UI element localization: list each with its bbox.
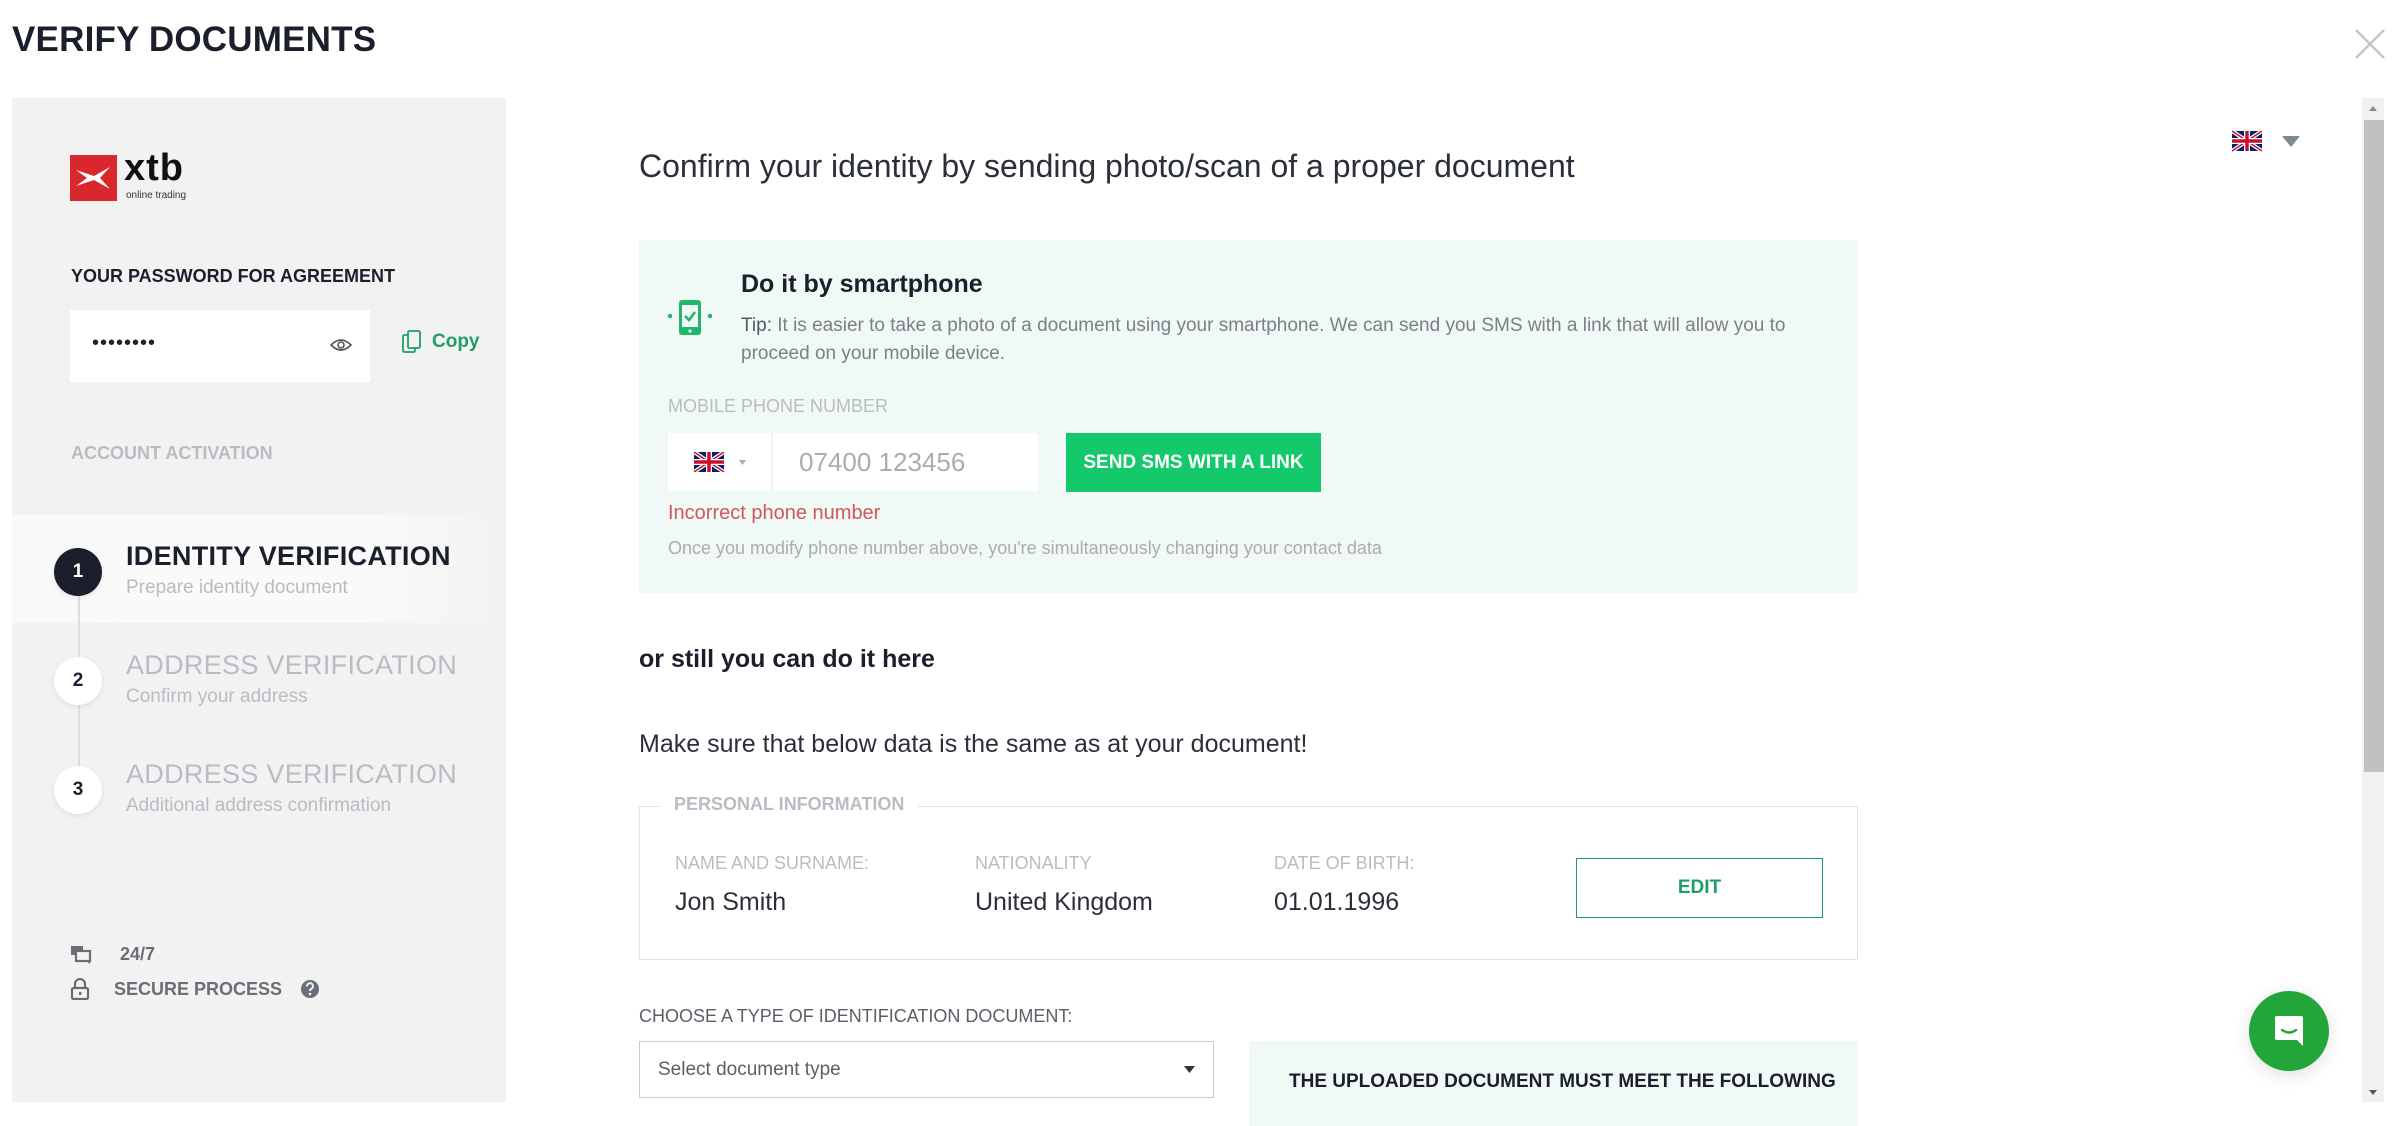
smartphone-title: Do it by smartphone xyxy=(741,270,983,298)
copy-password-button[interactable]: Copy xyxy=(402,330,480,354)
nationality-field: NATIONALITY United Kingdom xyxy=(975,853,1153,917)
copy-icon xyxy=(402,330,421,353)
date-of-birth-field: DATE OF BIRTH: 01.01.1996 xyxy=(1274,853,1414,917)
password-label: YOUR PASSWORD FOR AGREEMENT xyxy=(71,266,396,286)
uk-flag-icon xyxy=(2232,130,2262,152)
arrow-up-icon xyxy=(2369,106,2377,111)
phone-number-input[interactable] xyxy=(773,433,1038,491)
scrollbar[interactable] xyxy=(2362,98,2384,1102)
caret-down-icon xyxy=(1184,1066,1195,1073)
personal-information-panel: PERSONAL INFORMATION NAME AND SURNAME: J… xyxy=(639,794,1858,960)
xtb-logo: xtb online trading xyxy=(70,147,210,203)
chevron-down-icon xyxy=(739,459,746,465)
phone-error-message: Incorrect phone number xyxy=(668,502,881,524)
step-subtitle: Additional address confirmation xyxy=(126,795,392,816)
sidebar: xtb online trading YOUR PASSWORD FOR AGR… xyxy=(12,98,506,1102)
main-heading: Confirm your identity by sending photo/s… xyxy=(639,148,1575,184)
phone-country-select[interactable] xyxy=(668,433,772,491)
close-icon xyxy=(2355,29,2385,59)
field-label: NATIONALITY xyxy=(975,853,1092,873)
step-title: ADDRESS VERIFICATION xyxy=(126,759,458,789)
alternative-heading: or still you can do it here xyxy=(639,645,935,673)
document-requirements-panel: THE UPLOADED DOCUMENT MUST MEET THE FOLL… xyxy=(1249,1041,1858,1126)
smartphone-check-icon xyxy=(667,298,713,343)
uk-flag-icon xyxy=(693,452,725,472)
field-value: United Kingdom xyxy=(975,888,1153,916)
support-247: 24/7 xyxy=(70,944,155,965)
chevron-down-icon xyxy=(2282,135,2300,147)
password-value: •••••••• xyxy=(92,332,157,354)
chat-bubbles-icon xyxy=(71,945,92,964)
data-match-notice: Make sure that below data is the same as… xyxy=(639,730,1308,758)
edit-personal-info-button[interactable]: EDIT xyxy=(1576,858,1823,918)
step-title: ADDRESS VERIFICATION xyxy=(126,650,458,680)
lock-icon xyxy=(70,978,90,1000)
field-label: NAME AND SURNAME: xyxy=(675,853,870,873)
support-text: 24/7 xyxy=(120,944,156,964)
secure-process-text: SECURE PROCESS xyxy=(114,978,283,999)
chat-launcher-button[interactable] xyxy=(2249,991,2329,1071)
tip-text: It is easier to take a photo of a docume… xyxy=(741,315,1786,364)
step-subtitle: Prepare identity document xyxy=(126,577,348,598)
field-value: 01.01.1996 xyxy=(1274,888,1400,916)
name-field: NAME AND SURNAME: Jon Smith xyxy=(675,853,869,917)
chat-icon xyxy=(2275,1016,2303,1046)
send-sms-button[interactable]: SEND SMS WITH A LINK xyxy=(1066,433,1321,492)
step-number: 2 xyxy=(54,657,102,705)
password-field[interactable]: •••••••• xyxy=(70,310,370,382)
field-label: DATE OF BIRTH: xyxy=(1274,853,1415,873)
scroll-up-arrow[interactable] xyxy=(2362,98,2384,118)
scroll-down-arrow[interactable] xyxy=(2362,1082,2384,1102)
step-subtitle: Confirm your address xyxy=(126,686,308,707)
field-value: Jon Smith xyxy=(675,888,787,916)
smartphone-tip: Tip: It is easier to take a photo of a d… xyxy=(741,312,1821,368)
document-type-placeholder: Select document type xyxy=(658,1058,841,1080)
document-type-label: CHOOSE A TYPE OF IDENTIFICATION DOCUMENT… xyxy=(639,1006,1073,1026)
copy-label: Copy xyxy=(432,331,480,352)
account-activation-label: ACCOUNT ACTIVATION xyxy=(71,443,273,463)
step-title: IDENTITY VERIFICATION xyxy=(126,541,451,571)
eye-icon[interactable] xyxy=(329,336,353,354)
secure-process: SECURE PROCESS xyxy=(70,978,320,1000)
personal-information-legend: PERSONAL INFORMATION xyxy=(660,794,919,815)
page-title: VERIFY DOCUMENTS xyxy=(12,20,377,59)
document-type-select[interactable]: Select document type xyxy=(639,1041,1214,1098)
question-circle-icon[interactable] xyxy=(300,979,320,999)
scrollbar-thumb[interactable] xyxy=(2364,120,2384,772)
arrow-down-icon xyxy=(2369,1090,2377,1095)
close-button[interactable] xyxy=(2352,26,2388,62)
logo-tagline: online trading xyxy=(126,190,187,201)
mobile-phone-label: MOBILE PHONE NUMBER xyxy=(668,396,889,416)
contact-data-note: Once you modify phone number above, you'… xyxy=(668,538,1382,558)
xtb-logo-mark-icon xyxy=(70,155,117,201)
step-number: 1 xyxy=(54,548,102,596)
tip-prefix: Tip: xyxy=(741,315,772,336)
requirements-title: THE UPLOADED DOCUMENT MUST MEET THE FOLL… xyxy=(1289,1071,1836,1092)
step-number: 3 xyxy=(54,766,102,814)
smartphone-panel: Do it by smartphone Tip: It is easier to… xyxy=(639,240,1858,593)
logo-wordmark: xtb xyxy=(124,147,184,189)
language-selector[interactable] xyxy=(2232,130,2300,152)
